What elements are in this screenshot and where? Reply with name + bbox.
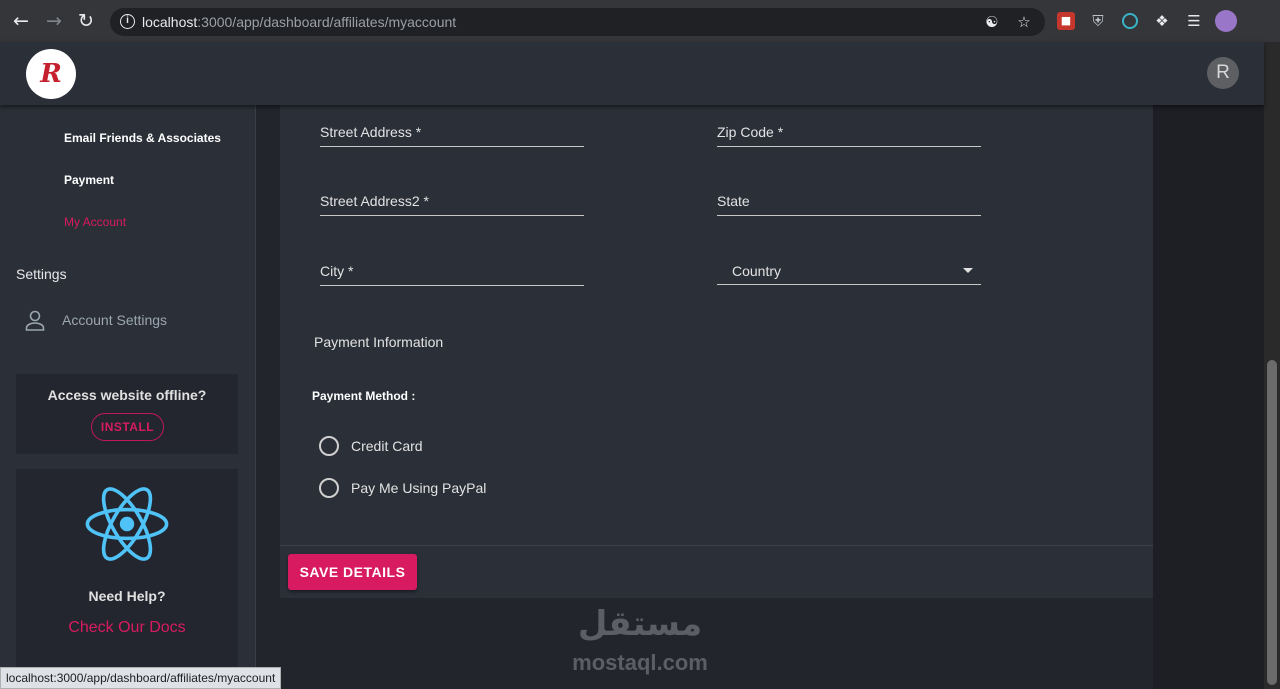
user-avatar[interactable]: R [1207, 57, 1239, 89]
page-scrollbar[interactable] [1264, 42, 1280, 689]
city-label: City * [320, 263, 354, 279]
account-settings-label: Account Settings [62, 312, 168, 328]
status-url-tooltip: localhost:3000/app/dashboard/affiliates/… [0, 667, 282, 689]
payment-method-label: Payment Method : [312, 389, 416, 403]
sidebar-item-email-friends[interactable]: Email Friends & Associates [64, 131, 221, 145]
translate-icon[interactable]: ☯ [983, 8, 1001, 31]
app-logo[interactable]: R [26, 49, 76, 99]
radio-credit-card-label: Credit Card [351, 438, 423, 454]
street-address2-field[interactable]: Street Address2 * [320, 174, 584, 216]
extensions-puzzle-icon[interactable]: ❖ [1153, 12, 1171, 30]
dropdown-caret-icon [963, 268, 973, 273]
back-arrow-icon[interactable]: ← [10, 10, 32, 32]
radio-circle-icon[interactable] [319, 436, 339, 456]
settings-heading: Settings [16, 266, 67, 282]
street-address-field[interactable]: Street Address * [320, 105, 584, 147]
sidebar: Email Friends & Associates Payment My Ac… [0, 105, 256, 689]
app-header: R R [0, 42, 1264, 105]
radio-circle-icon[interactable] [319, 478, 339, 498]
target-extension-icon[interactable] [1122, 13, 1138, 29]
watermark-latin: mostaql.com [572, 650, 708, 675]
install-button[interactable]: INSTALL [91, 413, 164, 441]
offline-install-card: Access website offline? INSTALL [16, 374, 238, 454]
offline-prompt-text: Access website offline? [47, 387, 207, 403]
payment-section-title: Payment Information [314, 334, 444, 350]
browser-toolbar: ← → ↻ i localhost:3000/app/dashboard/aff… [0, 0, 1280, 42]
url-text: localhost:3000/app/dashboard/affiliates/… [142, 14, 456, 30]
panel-divider [280, 545, 1153, 546]
account-form-panel: Street Address * Zip Code * Street Addre… [280, 105, 1153, 598]
react-atom-icon [85, 487, 169, 561]
help-card: Need Help? Check Our Docs [16, 469, 238, 689]
sidebar-item-my-account[interactable]: My Account [64, 215, 126, 229]
extension-red-icon[interactable]: ■ [1057, 12, 1075, 30]
bookmark-star-icon[interactable]: ☆ [1015, 8, 1033, 31]
state-field[interactable]: State [717, 174, 981, 216]
sidebar-item-account-settings[interactable]: Account Settings [24, 307, 244, 333]
url-host: localhost [142, 14, 198, 30]
street-address-label: Street Address * [320, 124, 422, 140]
help-title: Need Help? [88, 588, 166, 604]
radio-paypal-label: Pay Me Using PayPal [351, 480, 487, 496]
shield-extension-icon[interactable]: ⛨ [1089, 12, 1107, 30]
address-bar[interactable]: i localhost:3000/app/dashboard/affiliate… [110, 8, 1045, 36]
city-field[interactable]: City * [320, 244, 584, 286]
page-background-right [1153, 105, 1264, 689]
radio-credit-card[interactable]: Credit Card [319, 435, 619, 457]
street-address2-label: Street Address2 * [320, 193, 429, 209]
state-label: State [717, 193, 750, 209]
person-icon [25, 310, 45, 331]
site-info-icon[interactable]: i [120, 14, 135, 29]
forward-arrow-icon[interactable]: → [43, 10, 65, 32]
zip-code-label: Zip Code * [717, 124, 784, 140]
country-select[interactable]: Country [717, 243, 981, 285]
url-path: :3000/app/dashboard/affiliates/myaccount [197, 14, 457, 30]
save-details-button[interactable]: SAVE DETAILS [288, 554, 417, 590]
sidebar-item-payment[interactable]: Payment [64, 173, 114, 187]
watermark: مستقل mostaql.com [560, 604, 720, 678]
zip-code-field[interactable]: Zip Code * [717, 105, 981, 147]
docs-link[interactable]: Check Our Docs [16, 619, 238, 637]
radio-paypal[interactable]: Pay Me Using PayPal [319, 477, 619, 499]
watermark-arabic: مستقل [577, 604, 703, 644]
media-queue-icon[interactable]: ☰ [1185, 12, 1203, 30]
country-label: Country [732, 263, 782, 279]
browser-profile-icon[interactable] [1215, 10, 1237, 32]
reload-icon[interactable]: ↻ [75, 10, 97, 32]
scrollbar-thumb[interactable] [1267, 360, 1277, 685]
